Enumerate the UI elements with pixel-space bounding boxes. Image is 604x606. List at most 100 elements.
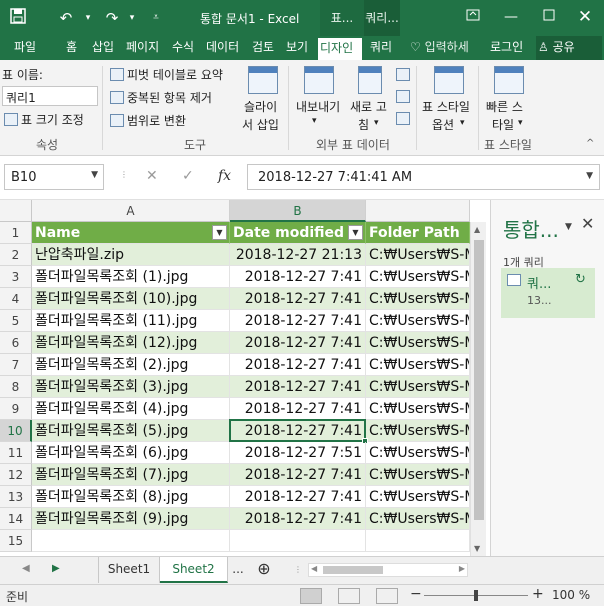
- tab-home[interactable]: 홈: [64, 36, 79, 60]
- tell-me-search[interactable]: ♡ 입력하세: [408, 36, 471, 60]
- tab-design[interactable]: 디자인: [318, 36, 362, 60]
- login-link[interactable]: 로그인: [488, 36, 525, 60]
- maximize-icon[interactable]: [538, 6, 560, 28]
- column-header-b[interactable]: B: [230, 200, 366, 222]
- folder-path-cell[interactable]: C:₩Users₩S-M: [366, 442, 470, 464]
- query-item[interactable]: 쿼... ↻ 13...: [501, 268, 595, 318]
- expand-formula-bar-icon[interactable]: ▼: [586, 171, 593, 181]
- row-header[interactable]: 4: [0, 288, 32, 310]
- zoom-in-icon[interactable]: +: [532, 586, 544, 602]
- table-header-cell[interactable]: Name ▼: [32, 222, 230, 244]
- sheet-prev-icon[interactable]: ◀: [22, 563, 30, 574]
- row-header[interactable]: 11: [0, 442, 32, 464]
- name-cell[interactable]: 폴더파일목록조회 (4).jpg: [32, 398, 230, 420]
- normal-view-icon[interactable]: [300, 588, 322, 604]
- table-name-input[interactable]: 쿼리1: [2, 86, 98, 106]
- folder-path-cell[interactable]: C:₩Users₩S-M: [366, 420, 470, 442]
- sheet-next-icon[interactable]: ▶: [52, 563, 60, 574]
- redo-dropdown-icon[interactable]: ▾: [122, 8, 142, 28]
- date-modified-cell[interactable]: 2018-12-27 7:41: [230, 310, 366, 332]
- folder-path-cell[interactable]: C:₩Users₩S-M: [366, 332, 470, 354]
- context-tab-query[interactable]: 쿼리...: [364, 0, 400, 36]
- zoom-out-icon[interactable]: −: [410, 586, 422, 602]
- folder-path-cell[interactable]: C:₩Users₩S-M: [366, 288, 470, 310]
- zoom-level[interactable]: 100 %: [552, 588, 590, 602]
- customize-qat-icon[interactable]: ⩡: [146, 8, 166, 28]
- name-cell[interactable]: 폴더파일목록조회 (11).jpg: [32, 310, 230, 332]
- more-sheets-button[interactable]: ...: [228, 557, 248, 583]
- date-modified-cell[interactable]: 2018-12-27 7:51: [230, 442, 366, 464]
- close-icon[interactable]: ✕: [574, 6, 596, 28]
- date-modified-cell[interactable]: 2018-12-27 7:41: [230, 288, 366, 310]
- ribbon-display-icon[interactable]: [462, 6, 484, 28]
- resize-table-button[interactable]: 표 크기 조정: [4, 111, 84, 128]
- sheet-tab-sheet2[interactable]: Sheet2: [160, 557, 228, 583]
- tab-query[interactable]: 쿼리: [368, 36, 394, 60]
- date-modified-cell[interactable]: 2018-12-27 7:41: [230, 354, 366, 376]
- date-modified-cell[interactable]: 2018-12-27 7:41: [230, 464, 366, 486]
- minimize-icon[interactable]: —: [500, 6, 522, 28]
- convert-to-range-button[interactable]: 범위로 변환: [110, 112, 186, 129]
- name-box-dropdown-icon[interactable]: ▼: [91, 170, 98, 180]
- add-sheet-icon[interactable]: ⊕: [252, 557, 276, 583]
- row-header[interactable]: 1: [0, 222, 32, 244]
- row-header[interactable]: 14: [0, 508, 32, 530]
- tab-formulas[interactable]: 수식: [170, 36, 196, 60]
- name-cell[interactable]: 폴더파일목록조회 (12).jpg: [32, 332, 230, 354]
- select-all-corner[interactable]: [0, 200, 32, 222]
- enter-icon[interactable]: ✓: [182, 168, 194, 184]
- properties-icon[interactable]: [396, 68, 410, 81]
- zoom-slider-thumb[interactable]: [474, 590, 478, 601]
- date-modified-cell[interactable]: 2018-12-27 7:41: [230, 266, 366, 288]
- date-modified-cell[interactable]: 2018-12-27 21:13: [230, 244, 366, 266]
- row-header[interactable]: 7: [0, 354, 32, 376]
- scroll-down-icon[interactable]: ▼: [474, 544, 480, 553]
- folder-path-cell[interactable]: [366, 530, 470, 552]
- hscroll-thumb[interactable]: [323, 566, 383, 574]
- pane-options-icon[interactable]: ▼: [565, 222, 572, 232]
- query-refresh-icon[interactable]: ↻: [575, 272, 586, 287]
- column-header-a[interactable]: A: [32, 200, 230, 222]
- date-modified-cell[interactable]: [230, 530, 366, 552]
- tab-data[interactable]: 데이터: [204, 36, 241, 60]
- remove-duplicates-button[interactable]: 중복된 항목 제거: [110, 89, 212, 106]
- folder-path-cell[interactable]: C:₩Users₩S-M: [366, 244, 470, 266]
- date-modified-cell[interactable]: 2018-12-27 7:41: [230, 332, 366, 354]
- tab-file[interactable]: 파일: [12, 36, 38, 60]
- open-in-browser-icon[interactable]: [396, 90, 410, 103]
- date-modified-cell[interactable]: 2018-12-27 7:41: [230, 376, 366, 398]
- unlink-icon[interactable]: [396, 112, 410, 125]
- save-icon[interactable]: [8, 8, 28, 28]
- sheet-tab-sheet1[interactable]: Sheet1: [98, 557, 160, 583]
- folder-path-cell[interactable]: C:₩Users₩S-M: [366, 266, 470, 288]
- name-cell[interactable]: 폴더파일목록조회 (8).jpg: [32, 486, 230, 508]
- name-cell[interactable]: [32, 530, 230, 552]
- name-cell[interactable]: 폴더파일목록조회 (1).jpg: [32, 266, 230, 288]
- row-header[interactable]: 6: [0, 332, 32, 354]
- folder-path-cell[interactable]: C:₩Users₩S-M: [366, 464, 470, 486]
- date-modified-cell[interactable]: 2018-12-27 7:41: [230, 398, 366, 420]
- filter-dropdown-icon[interactable]: ▼: [348, 225, 363, 240]
- scroll-left-icon[interactable]: ◀: [311, 564, 317, 573]
- formula-input[interactable]: 2018-12-27 7:41:41 AM ▼: [247, 164, 600, 190]
- worksheet-grid[interactable]: A B 1 Name ▼ Date modified ▼ Folder Path 2 난압축파…: [0, 200, 488, 556]
- folder-path-cell[interactable]: C:₩Users₩S-M: [366, 398, 470, 420]
- page-break-view-icon[interactable]: [376, 588, 398, 604]
- filter-dropdown-icon[interactable]: ▼: [212, 225, 227, 240]
- pane-close-icon[interactable]: ✕: [581, 214, 594, 233]
- undo-dropdown-icon[interactable]: ▾: [78, 8, 98, 28]
- scroll-up-icon[interactable]: ▲: [474, 225, 480, 234]
- scroll-thumb[interactable]: [474, 240, 484, 520]
- folder-path-cell[interactable]: C:₩Users₩S-M: [366, 508, 470, 530]
- tab-split-grip-icon[interactable]: ⋮: [294, 565, 302, 574]
- date-modified-cell[interactable]: 2018-12-27 7:41: [230, 486, 366, 508]
- name-cell[interactable]: 폴더파일목록조회 (2).jpg: [32, 354, 230, 376]
- table-header-cell[interactable]: Date modified ▼: [230, 222, 366, 244]
- row-header[interactable]: 9: [0, 398, 32, 420]
- name-cell[interactable]: 폴더파일목록조회 (3).jpg: [32, 376, 230, 398]
- page-layout-view-icon[interactable]: [338, 588, 360, 604]
- date-modified-cell[interactable]: 2018-12-27 7:41: [230, 508, 366, 530]
- row-header[interactable]: 3: [0, 266, 32, 288]
- date-modified-cell[interactable]: 2018-12-27 7:41: [230, 420, 366, 442]
- folder-path-cell[interactable]: C:₩Users₩S-M: [366, 354, 470, 376]
